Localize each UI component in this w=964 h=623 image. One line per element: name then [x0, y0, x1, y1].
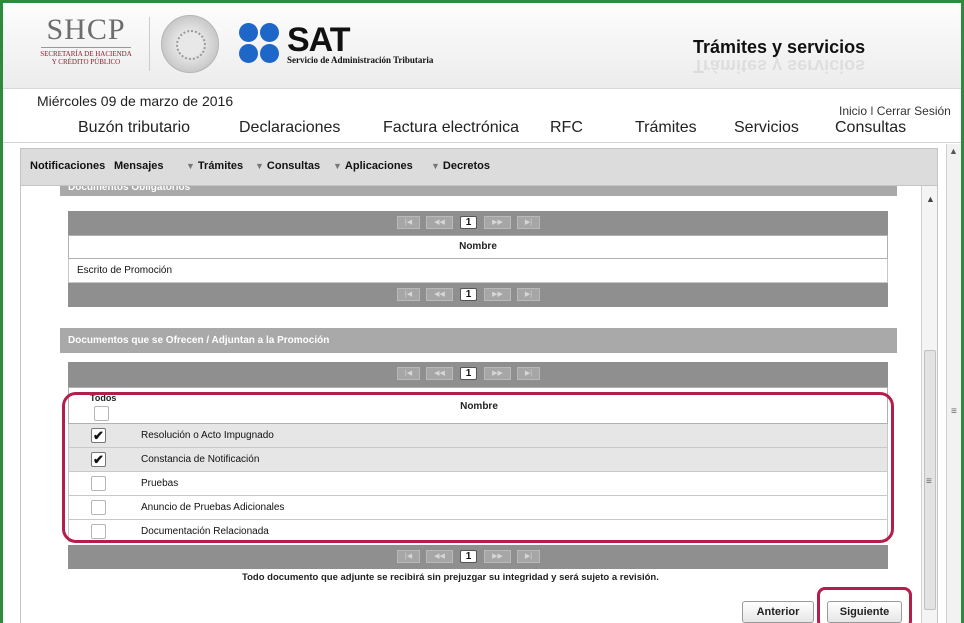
subnav-notificaciones[interactable]: Notificaciones — [30, 160, 105, 172]
current-page[interactable]: 1 — [460, 550, 477, 563]
sat-dot-icon — [260, 44, 279, 63]
dropdown-triangle-icon: ▼ — [333, 161, 342, 171]
next-button-highlight — [817, 587, 912, 623]
prev-page-icon[interactable]: ◀◀ — [426, 216, 453, 229]
documents-highlight — [62, 392, 894, 543]
sat-dot-icon — [239, 23, 258, 42]
first-page-icon[interactable]: |◀ — [397, 367, 420, 380]
sat-logo[interactable]: SAT Servicio de Administración Tributari… — [239, 21, 499, 71]
section-title-reflection: Trámites y servicios — [693, 56, 866, 76]
logo-divider — [149, 17, 150, 71]
scroll-grip-icon: ≡ — [951, 406, 957, 417]
document-name: Escrito de Promoción — [77, 265, 173, 276]
dropdown-triangle-icon: ▼ — [186, 161, 195, 171]
nav-item-factura-electronica[interactable]: Factura electrónica — [383, 119, 519, 137]
dropdown-triangle-icon: ▼ — [255, 161, 264, 171]
column-header-nombre: Nombre — [68, 235, 888, 259]
first-page-icon[interactable]: |◀ — [397, 550, 420, 563]
shcp-logo-sub2: Y CRÉDITO PÚBLICO — [51, 58, 121, 66]
scroll-up-arrow-icon[interactable]: ▲ — [926, 194, 935, 204]
prev-page-icon[interactable]: ◀◀ — [426, 288, 453, 301]
prev-page-icon[interactable]: ◀◀ — [426, 550, 453, 563]
date-bar: Miércoles 09 de marzo de 2016 Inicio | C… — [3, 89, 961, 118]
scroll-grip-icon: ≡ — [926, 476, 932, 487]
subnav-decretos[interactable]: ▼ Decretos — [431, 160, 490, 172]
next-page-icon[interactable]: ▶▶ — [484, 550, 511, 563]
nav-item-servicios[interactable]: Servicios — [734, 119, 799, 137]
sat-logo-subtitle: Servicio de Administración Tributaria — [287, 55, 434, 65]
site-header: SHCP SECRETARÍA DE HACIENDA Y CRÉDITO PÚ… — [3, 3, 961, 89]
pager-bottom: |◀ ◀◀ 1 ▶▶ ▶| — [68, 283, 888, 307]
next-page-icon[interactable]: ▶▶ — [484, 288, 511, 301]
current-date: Miércoles 09 de marzo de 2016 — [37, 93, 234, 109]
previous-button[interactable]: Anterior — [742, 601, 814, 623]
dropdown-triangle-icon: ▼ — [431, 161, 440, 171]
content-scrollbar[interactable]: ▲ ≡ — [921, 186, 938, 623]
shcp-logo[interactable]: SHCP SECRETARÍA DE HACIENDA Y CRÉDITO PÚ… — [31, 15, 141, 75]
pager-bottom: |◀ ◀◀ 1 ▶▶ ▶| — [68, 545, 888, 569]
disclaimer-note: Todo documento que adjunte se recibirá s… — [242, 572, 659, 583]
sat-dot-icon — [260, 23, 279, 42]
prev-page-icon[interactable]: ◀◀ — [426, 367, 453, 380]
national-seal-icon — [161, 15, 219, 73]
subnav-aplicaciones[interactable]: ▼ Aplicaciones — [333, 160, 413, 172]
shcp-logo-rule — [41, 47, 131, 48]
subnav-tramites[interactable]: ▼ Trámites — [186, 160, 243, 172]
nav-item-declaraciones[interactable]: Declaraciones — [239, 119, 340, 137]
sat-dot-icon — [239, 44, 258, 63]
nav-item-buzon-tributario[interactable]: Buzón tributario — [78, 119, 190, 137]
nav-item-tramites[interactable]: Trámites — [635, 119, 697, 137]
next-page-icon[interactable]: ▶▶ — [484, 367, 511, 380]
current-page[interactable]: 1 — [460, 288, 477, 301]
last-page-icon[interactable]: ▶| — [517, 216, 540, 229]
section-header-adjuntos: Documentos que se Ofrecen / Adjuntan a l… — [60, 328, 897, 353]
pager-top: |◀ ◀◀ 1 ▶▶ ▶| — [68, 362, 888, 387]
last-page-icon[interactable]: ▶| — [517, 288, 540, 301]
pager-top: |◀ ◀◀ 1 ▶▶ ▶| — [68, 211, 888, 235]
page-scrollbar[interactable]: ▲ ≡ — [946, 144, 961, 623]
subnav-mensajes[interactable]: Mensajes — [114, 160, 164, 172]
shcp-logo-sub1: SECRETARÍA DE HACIENDA — [40, 50, 132, 58]
scroll-up-arrow-icon[interactable]: ▲ — [949, 146, 958, 156]
subnav-consultas[interactable]: ▼ Consultas — [255, 160, 320, 172]
nav-item-rfc[interactable]: RFC — [550, 119, 583, 137]
section-header-obligatorios: Documentos Obligatorios — [60, 186, 897, 196]
nav-item-consultas[interactable]: Consultas — [835, 119, 906, 137]
current-page[interactable]: 1 — [460, 367, 477, 380]
shcp-logo-title: SHCP — [46, 13, 126, 46]
sub-nav: Notificaciones Mensajes ▼ Trámites ▼ Consu… — [20, 148, 938, 186]
first-page-icon[interactable]: |◀ — [397, 216, 420, 229]
main-nav: Buzón tributario Declaraciones Factura e… — [3, 115, 961, 143]
current-page[interactable]: 1 — [460, 216, 477, 229]
first-page-icon[interactable]: |◀ — [397, 288, 420, 301]
table-row[interactable]: Escrito de Promoción — [68, 259, 888, 283]
last-page-icon[interactable]: ▶| — [517, 550, 540, 563]
next-page-icon[interactable]: ▶▶ — [484, 216, 511, 229]
last-page-icon[interactable]: ▶| — [517, 367, 540, 380]
